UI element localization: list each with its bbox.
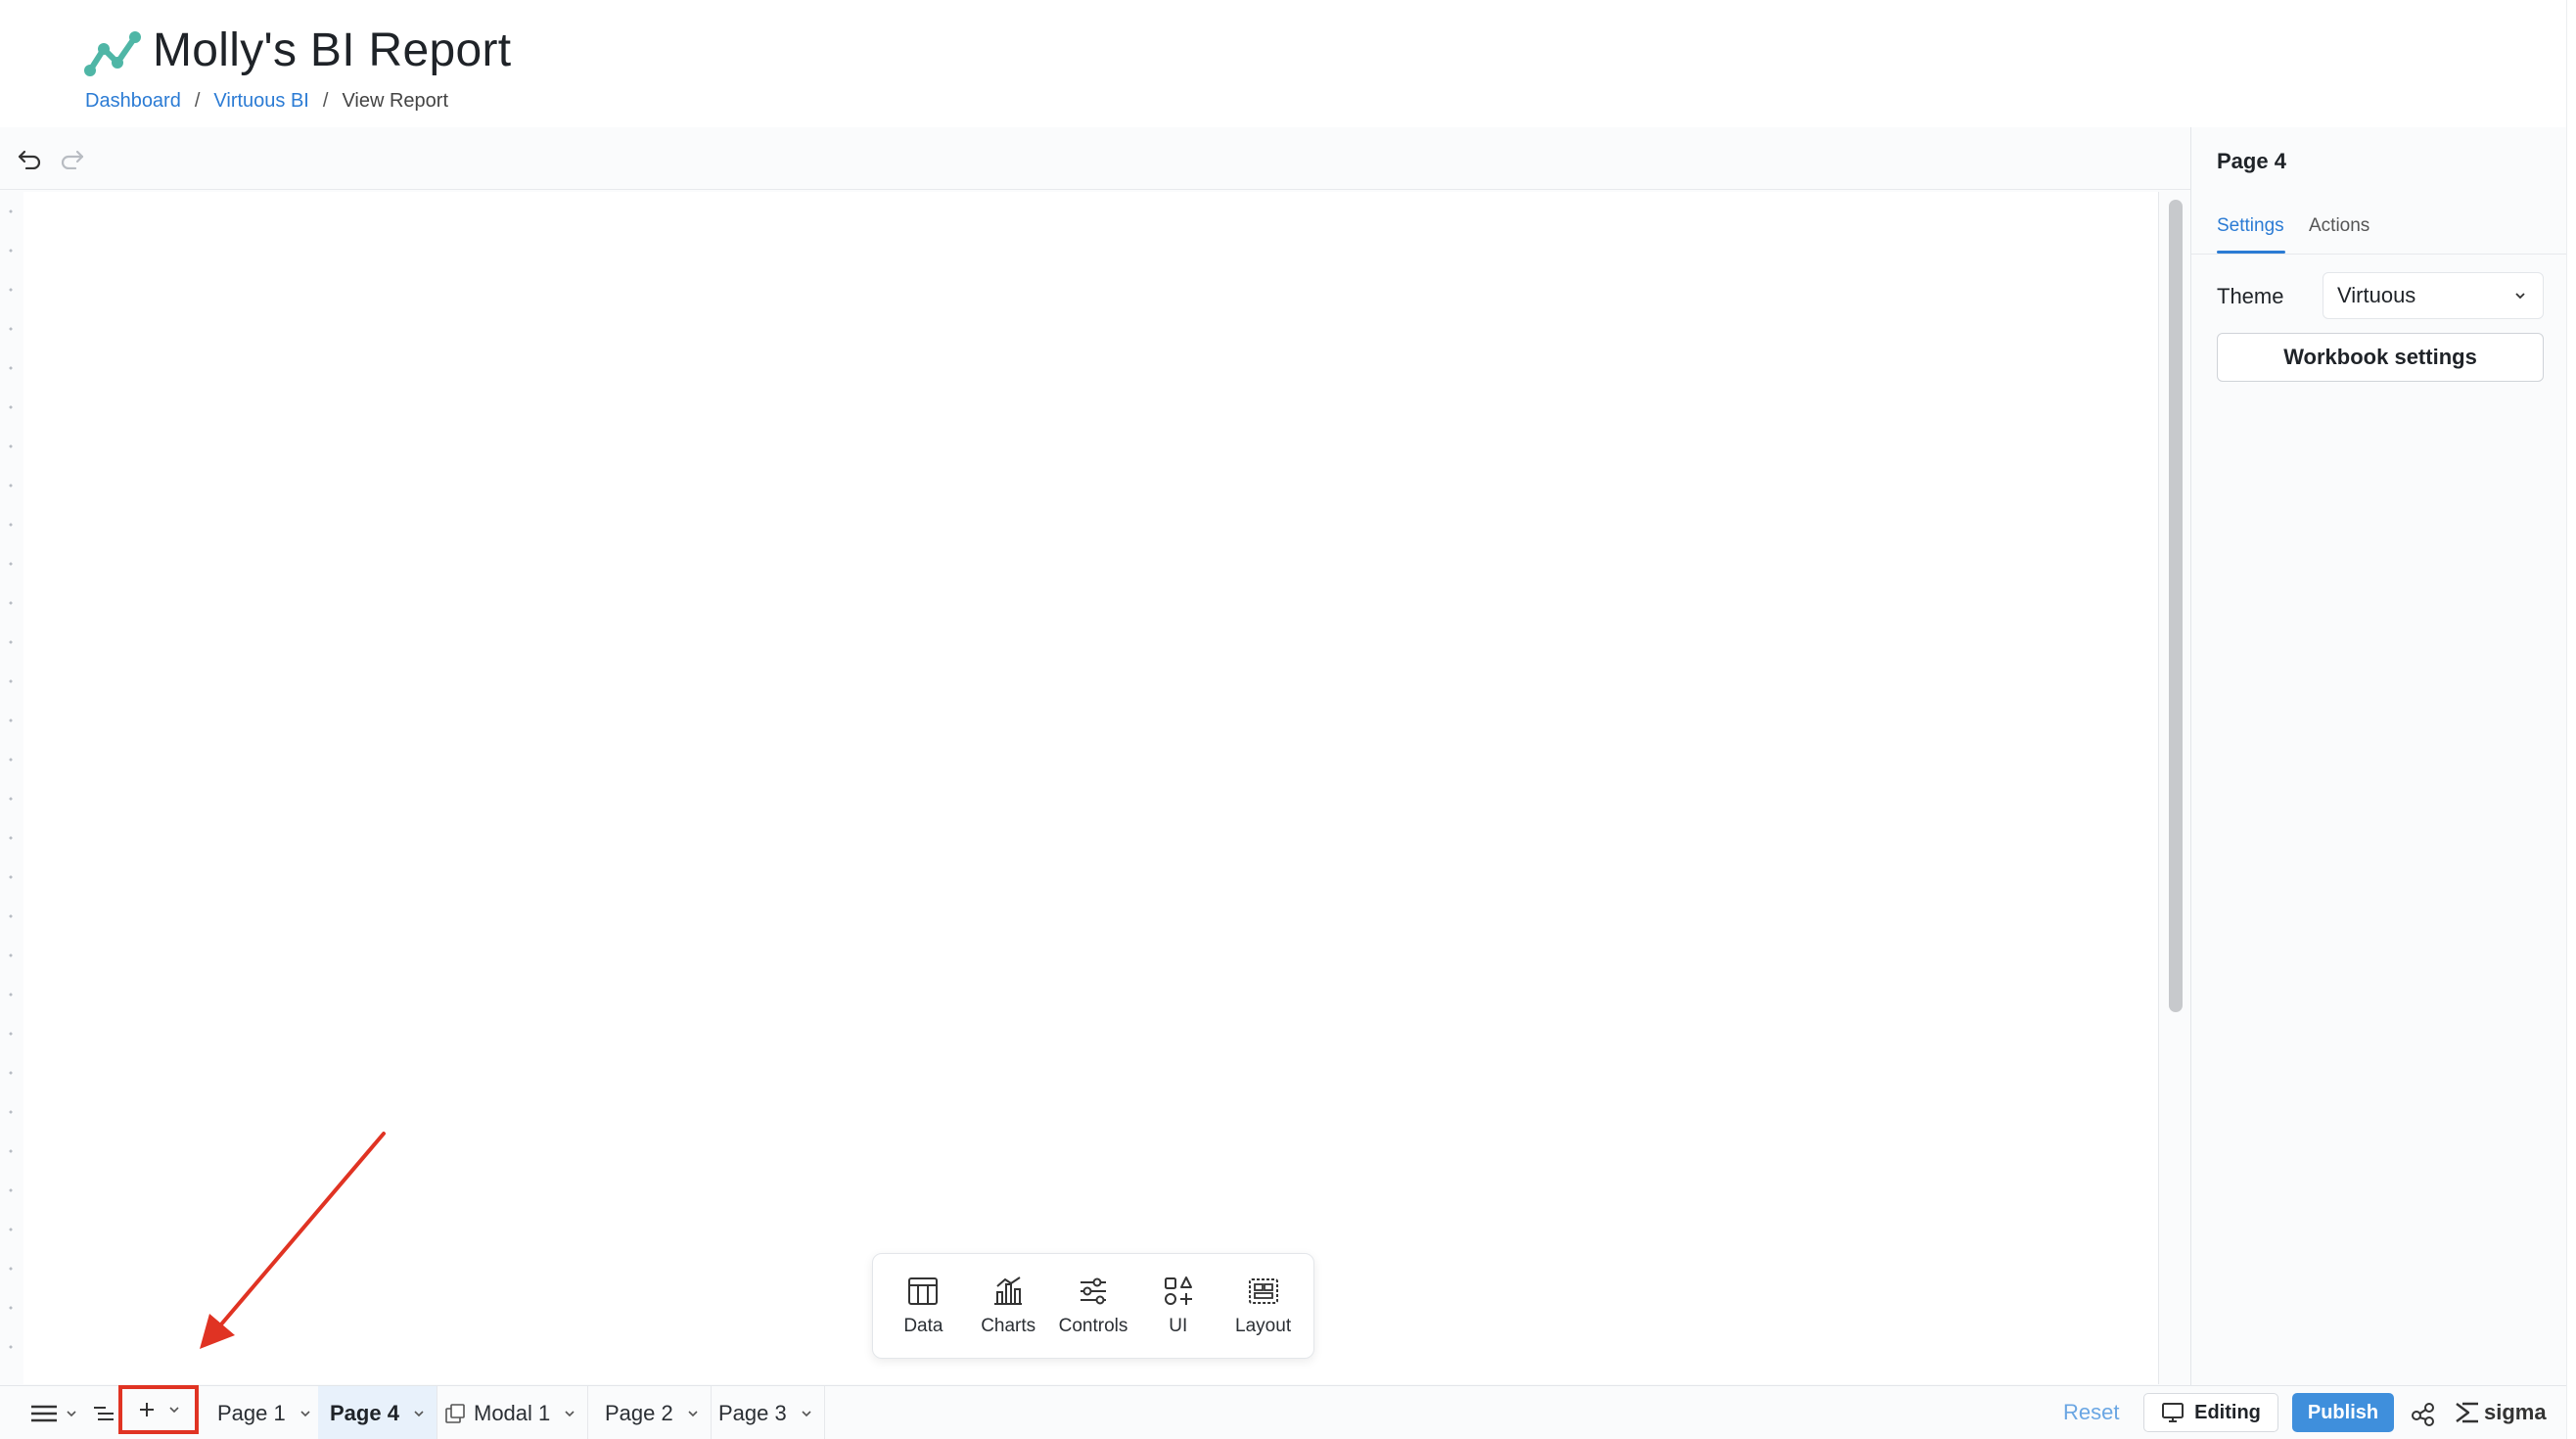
sigma-icon [2456, 1402, 2478, 1423]
brand-name: sigma [2484, 1400, 2547, 1424]
tool-label: UI [1169, 1316, 1188, 1336]
breadcrumb-virtuous-bi[interactable]: Virtuous BI [213, 90, 308, 113]
table-icon [908, 1277, 939, 1305]
tool-label: Controls [1058, 1316, 1128, 1336]
redo-icon [61, 150, 84, 169]
workspace [0, 127, 2190, 1385]
chevron-down-icon [169, 1407, 179, 1414]
canvas-scrollbar[interactable] [2169, 200, 2183, 1012]
add-data-button[interactable]: Data [882, 1254, 964, 1358]
breadcrumb-view-report: View Report [342, 90, 449, 112]
hamburger-icon [31, 1405, 57, 1421]
tool-label: Charts [981, 1316, 1036, 1336]
theme-label: Theme [2217, 284, 2284, 308]
breadcrumb-separator: / [194, 90, 201, 112]
vertical-ruler [0, 192, 22, 1384]
undo-icon [18, 150, 41, 169]
breadcrumb: Dashboard / Virtuous BI / View Report [85, 90, 448, 113]
tab-actions[interactable]: Actions [2309, 215, 2369, 237]
redo-button[interactable] [57, 143, 88, 174]
page-tab-page-3[interactable]: Page 3 [707, 1386, 825, 1439]
tab-settings[interactable]: Settings [2217, 215, 2284, 237]
active-tab-indicator [2217, 251, 2285, 254]
page-tab-label: Page 1 [217, 1400, 286, 1425]
page-tab-page-1[interactable]: Page 1 [206, 1386, 324, 1439]
chevron-down-icon [688, 1410, 698, 1416]
editor-toolbar [0, 127, 2190, 190]
chevron-down-icon [802, 1410, 811, 1416]
add-charts-button[interactable]: Charts [967, 1254, 1049, 1358]
panel-tabs: Settings Actions [2191, 204, 2566, 255]
page-list-button[interactable] [92, 1386, 115, 1439]
reset-button[interactable]: Reset [2063, 1400, 2119, 1425]
monitor-icon [2162, 1403, 2185, 1422]
report-canvas[interactable] [23, 192, 2159, 1384]
page-tab-label: Modal 1 [474, 1400, 551, 1425]
page-tab-label: Page 4 [330, 1400, 399, 1425]
sigma-logo: sigma [2455, 1400, 2547, 1425]
page-title: Molly's BI Report [153, 24, 512, 76]
page-tab-page-4[interactable]: Page 4 [318, 1386, 437, 1439]
add-layout-button[interactable]: Layout [1222, 1254, 1305, 1358]
window-scrollbar [2566, 0, 2576, 1439]
app-header: Molly's BI Report Dashboard / Virtuous B… [0, 0, 2576, 127]
chevron-down-icon [565, 1410, 575, 1416]
panel-title: Page 4 [2217, 149, 2286, 173]
add-ui-button[interactable]: UI [1137, 1254, 1219, 1358]
sliders-icon [1080, 1277, 1106, 1305]
theme-value: Virtuous [2337, 283, 2416, 307]
publish-button[interactable]: Publish [2292, 1393, 2394, 1432]
share-icon[interactable] [2410, 1400, 2437, 1427]
list-icon [94, 1406, 114, 1420]
element-toolbox: Data Charts Controls UI Layout [872, 1253, 1314, 1359]
theme-select[interactable]: Virtuous [2323, 272, 2544, 319]
editing-label: Editing [2194, 1401, 2261, 1423]
tool-label: Data [903, 1316, 943, 1336]
modal-icon [445, 1403, 465, 1423]
menu-button[interactable] [29, 1386, 78, 1439]
page-tab-page-2[interactable]: Page 2 [593, 1386, 712, 1439]
chevron-down-icon [2515, 293, 2525, 300]
page-tab-label: Page 2 [605, 1400, 673, 1425]
page-tab-label: Page 3 [718, 1400, 787, 1425]
page-tab-modal-1[interactable]: Modal 1 [433, 1386, 589, 1439]
editing-button[interactable]: Editing [2143, 1393, 2278, 1432]
chevron-down-icon [414, 1410, 424, 1416]
layout-icon [1248, 1278, 1278, 1304]
properties-panel: Page 4 Settings Actions Theme Virtuous W… [2190, 127, 2566, 1385]
undo-button[interactable] [14, 143, 45, 174]
add-page-button[interactable] [118, 1385, 199, 1434]
chart-icon [994, 1277, 1023, 1305]
chevron-down-icon [67, 1410, 76, 1416]
tool-label: Layout [1235, 1316, 1292, 1336]
line-chart-icon [84, 31, 141, 76]
breadcrumb-separator: / [322, 90, 329, 112]
add-controls-button[interactable]: Controls [1052, 1254, 1134, 1358]
workbook-settings-button[interactable]: Workbook settings [2217, 333, 2544, 382]
chevron-down-icon [300, 1410, 310, 1416]
plus-icon [140, 1403, 154, 1416]
breadcrumb-dashboard[interactable]: Dashboard [85, 90, 181, 113]
shapes-icon [1164, 1277, 1192, 1305]
